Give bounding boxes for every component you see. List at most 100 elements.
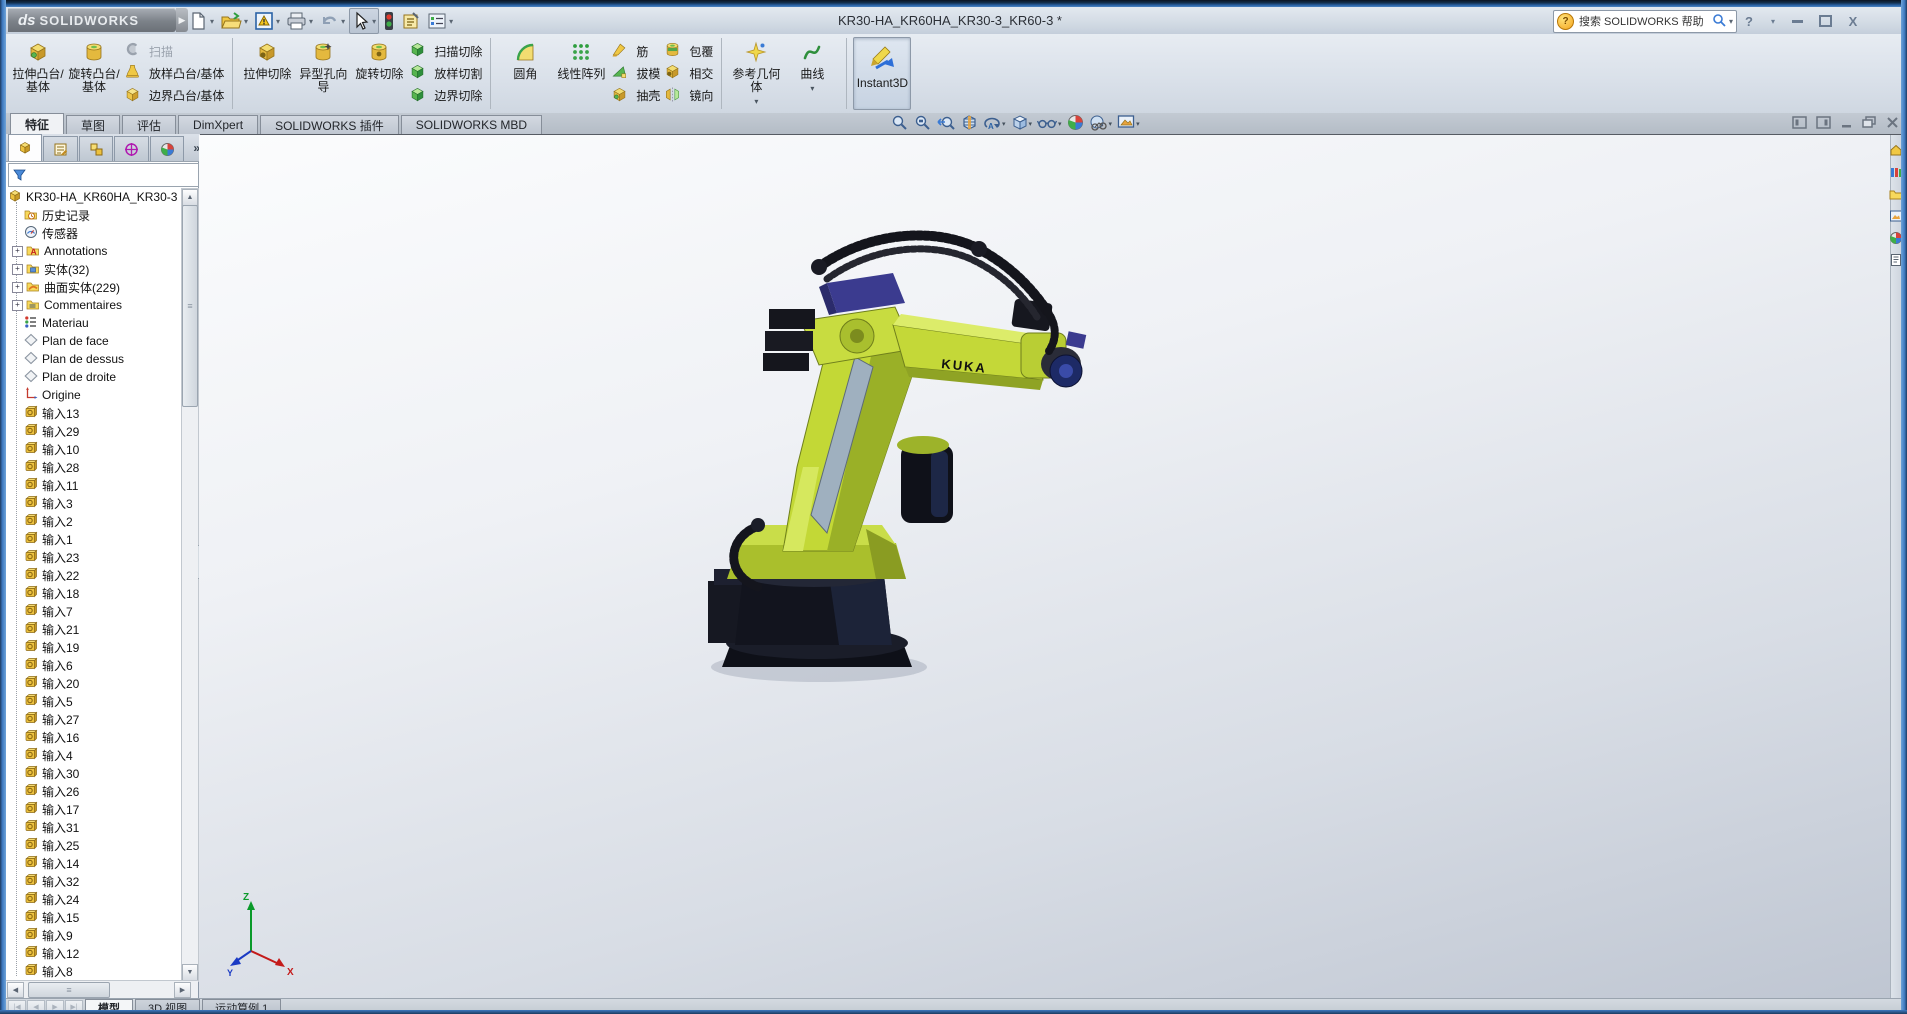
revolved-cut-button[interactable]: 旋转切除 — [351, 37, 407, 110]
rib-button[interactable]: 筋 — [611, 40, 660, 62]
section-view-button[interactable] — [960, 114, 979, 134]
open-caret[interactable]: ▾ — [244, 17, 248, 26]
tree-item-imported[interactable]: 输入5 — [6, 692, 180, 710]
close-button[interactable]: X — [1842, 12, 1864, 30]
select-caret[interactable]: ▾ — [372, 17, 376, 26]
tree-item-imported[interactable]: 输入23 — [6, 548, 180, 566]
file-properties-button[interactable] — [399, 9, 423, 33]
print-caret[interactable]: ▾ — [309, 17, 313, 26]
new-document-caret[interactable]: ▾ — [210, 17, 214, 26]
doc-close-button[interactable] — [1886, 116, 1899, 132]
tree-item-imported[interactable]: 输入9 — [6, 926, 180, 944]
help-caret[interactable]: ▾ — [1766, 12, 1780, 30]
curves-button[interactable]: 曲线▾ — [784, 37, 840, 110]
tree-item-imported[interactable]: 输入28 — [6, 458, 180, 476]
shell-button[interactable]: 抽壳 — [611, 85, 660, 107]
tree-item-solidfolder[interactable]: +实体(32) — [6, 260, 180, 278]
rebuild-button[interactable] — [381, 9, 397, 33]
hole-wizard-button[interactable]: 异型孔向导 — [295, 37, 351, 110]
undo-button[interactable]: ▾ — [317, 9, 347, 33]
swept-boss-button[interactable]: 扫描 — [124, 40, 224, 62]
tree-item-imported[interactable]: 输入31 — [6, 818, 180, 836]
zoom-fit-button[interactable] — [890, 114, 910, 134]
options-caret[interactable]: ▾ — [449, 17, 453, 26]
tree-item-imported[interactable]: 输入12 — [6, 944, 180, 962]
propertymanager-tab[interactable] — [43, 136, 77, 161]
doc-minimize-button[interactable] — [1840, 116, 1853, 132]
intersect-button[interactable]: 相交 — [664, 62, 713, 84]
tree-item-imported[interactable]: 输入17 — [6, 800, 180, 818]
view-settings-button[interactable]: ▾ — [1116, 114, 1141, 134]
undo-caret[interactable]: ▾ — [341, 17, 345, 26]
tree-item-imported[interactable]: 输入8 — [6, 962, 180, 980]
edit-appearance-button[interactable] — [1066, 114, 1085, 134]
tree-item-plane[interactable]: Plan de dessus — [6, 350, 180, 368]
search-input[interactable] — [1577, 15, 1712, 29]
linear-pattern-button[interactable]: 线性阵列 — [553, 37, 609, 110]
minimize-button[interactable] — [1786, 12, 1808, 30]
tree-item-imported[interactable]: 输入25 — [6, 836, 180, 854]
lofted-boss-button[interactable]: 放样凸台/基体 — [124, 62, 224, 84]
tree-expander[interactable]: + — [12, 300, 23, 311]
tree-vertical-scrollbar[interactable]: ▲ ≡ ▼ — [181, 188, 199, 982]
doc-restore-button[interactable] — [1862, 116, 1877, 132]
make-drawing-button[interactable]: ▾ — [252, 9, 282, 33]
instant3d-button[interactable]: Instant3D — [853, 37, 911, 110]
vertical-scroll-thumb[interactable]: ≡ — [182, 205, 198, 407]
options-button[interactable]: ▾ — [425, 9, 455, 33]
extruded-cut-button[interactable]: 拉伸切除 — [239, 37, 295, 110]
configurationmanager-tab[interactable] — [79, 136, 113, 161]
reference-geometry-caret[interactable]: ▾ — [754, 95, 758, 108]
reference-geometry-button[interactable]: 参考几何体▾ — [728, 37, 784, 110]
tree-filter-bar[interactable] — [8, 163, 199, 187]
tree-root-item[interactable]: KR30-HA_KR60HA_KR30-3 — [6, 188, 180, 206]
tree-item-imported[interactable]: 输入6 — [6, 656, 180, 674]
tree-item-imported[interactable]: 输入27 — [6, 710, 180, 728]
tree-item-imported[interactable]: 输入22 — [6, 566, 180, 584]
robot-model[interactable]: KUKA — [669, 215, 1229, 835]
tab-features[interactable]: 特征 — [10, 113, 64, 134]
tree-item-imported[interactable]: 输入26 — [6, 782, 180, 800]
swept-cut-button[interactable]: 扫描切除 — [409, 40, 482, 62]
dimxpertmanager-tab[interactable] — [114, 136, 148, 161]
tree-expander[interactable]: + — [12, 246, 23, 257]
zoom-area-button[interactable] — [913, 114, 933, 134]
scroll-right-arrow[interactable]: ▶ — [174, 982, 191, 998]
tree-item-imported[interactable]: 输入14 — [6, 854, 180, 872]
restore-button[interactable] — [1814, 12, 1836, 30]
tree-item-imported[interactable]: 输入4 — [6, 746, 180, 764]
help-button[interactable]: ? — [1738, 12, 1760, 30]
select-button[interactable]: ▾ — [349, 8, 379, 34]
print-button[interactable]: ▾ — [284, 9, 315, 33]
tree-item-imported[interactable]: 输入30 — [6, 764, 180, 782]
tree-item-imported[interactable]: 输入3 — [6, 494, 180, 512]
revolved-boss-button[interactable]: 旋转凸台/基体 — [66, 37, 122, 110]
tree-item-imported[interactable]: 输入29 — [6, 422, 180, 440]
tree-item-imported[interactable]: 输入13 — [6, 404, 180, 422]
tree-expander[interactable]: + — [12, 264, 23, 275]
tree-item-plane[interactable]: Plan de face — [6, 332, 180, 350]
tree-item-imported[interactable]: 输入20 — [6, 674, 180, 692]
tree-item-imported[interactable]: 输入16 — [6, 728, 180, 746]
tree-item-imported[interactable]: 输入18 — [6, 584, 180, 602]
view-orientation-caret[interactable]: ▾ — [1002, 120, 1006, 128]
view-settings-caret[interactable]: ▾ — [1136, 120, 1140, 128]
tree-item-material[interactable]: Materiau — [6, 314, 180, 332]
boundary-cut-button[interactable]: 边界切除 — [409, 85, 482, 107]
doc-prev-window-button[interactable] — [1792, 116, 1807, 132]
display-style-caret[interactable]: ▾ — [1029, 120, 1033, 128]
tree-expander[interactable]: + — [12, 282, 23, 293]
wrap-button[interactable]: 包覆 — [664, 40, 713, 62]
extruded-boss-button[interactable]: 拉伸凸台/基体 — [10, 37, 66, 110]
tree-item-imported[interactable]: 输入24 — [6, 890, 180, 908]
tab-mbd[interactable]: SOLIDWORKS MBD — [401, 115, 542, 134]
tree-item-imported[interactable]: 输入7 — [6, 602, 180, 620]
hide-show-items-caret[interactable]: ▾ — [1058, 120, 1062, 128]
search-options-caret[interactable]: ▾ — [1729, 17, 1733, 26]
open-button[interactable]: ▾ — [218, 9, 250, 33]
doc-next-window-button[interactable] — [1816, 116, 1831, 132]
tab-evaluate[interactable]: 评估 — [122, 115, 176, 134]
mirror-button[interactable]: 镜向 — [664, 85, 713, 107]
tree-horizontal-scrollbar[interactable]: ◀ ≡ ▶ — [6, 980, 198, 998]
tree-item-imported[interactable]: 输入1 — [6, 530, 180, 548]
